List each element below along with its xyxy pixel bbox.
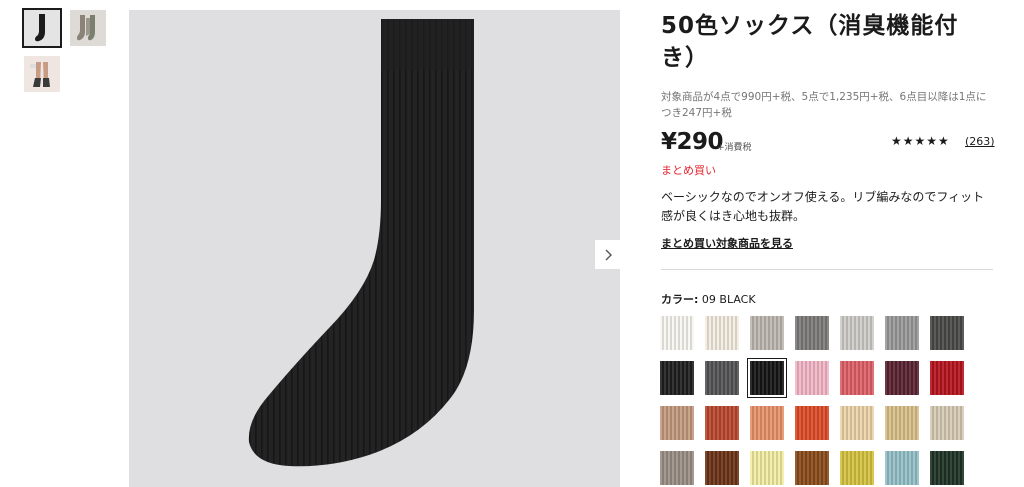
grey-socks-thumb-image [77,15,95,41]
color-selection-label: カラー: 09 BLACK [661,291,993,307]
color-swatch[interactable] [750,361,784,395]
color-swatch[interactable] [750,451,784,485]
color-swatch[interactable] [840,406,874,440]
color-swatch[interactable] [795,451,829,485]
color-swatch[interactable] [705,316,739,350]
color-swatch[interactable] [795,316,829,350]
color-swatch[interactable] [840,361,874,395]
divider [661,269,993,270]
product-price: ¥290 [661,129,724,155]
color-swatch[interactable] [930,451,964,485]
chevron-right-icon [605,249,612,260]
product-info: 50色ソックス（消臭機能付き） 対象商品が4点で990円+税、5点で1,235円… [661,10,995,307]
bundle-products-link[interactable]: まとめ買い対象商品を見る [661,235,793,251]
price-row: ¥290 +消費税 ★★★★★ (263) [661,129,995,159]
color-swatch[interactable] [795,406,829,440]
color-swatch[interactable] [660,361,694,395]
color-label: カラー: [661,293,699,306]
thumbnail-black-sock[interactable] [22,8,62,48]
main-product-image [129,10,620,487]
product-title: 50色ソックス（消臭機能付き） [661,13,959,71]
thumbnail-grey-socks[interactable] [70,10,106,46]
color-swatch[interactable] [705,451,739,485]
color-swatch[interactable] [795,361,829,395]
black-sock-image [248,19,474,467]
model-legs-thumb-image [30,62,50,87]
color-swatch[interactable] [750,406,784,440]
product-description: ベーシックなのでオンオフ使える。リブ編みなのでフィット感が良くはき心地も抜群。 [661,190,985,223]
color-swatch[interactable] [885,406,919,440]
bundle-label: まとめ買い [661,164,716,177]
color-swatch[interactable] [930,406,964,440]
color-swatch[interactable] [930,316,964,350]
color-swatch[interactable] [660,406,694,440]
black-sock-thumb-image [35,14,45,42]
color-swatch[interactable] [705,361,739,395]
color-swatch[interactable] [885,451,919,485]
bundle-promo-text: 対象商品が4点で990円+税、5点で1,235円+税、6点目以降は1点につき24… [661,91,987,119]
color-swatch[interactable] [705,406,739,440]
color-swatch[interactable] [885,361,919,395]
color-swatch[interactable] [660,316,694,350]
review-count-link[interactable]: (263) [965,135,995,148]
tax-label: +消費税 [717,143,752,153]
color-swatch[interactable] [930,361,964,395]
color-swatch[interactable] [885,316,919,350]
star-rating-icon: ★★★★★ [891,134,950,148]
color-swatch[interactable] [840,316,874,350]
color-swatch[interactable] [660,451,694,485]
color-swatch[interactable] [750,316,784,350]
next-image-button[interactable] [595,240,621,269]
selected-color-name: 09 BLACK [701,293,756,306]
thumbnail-model-legs[interactable] [24,56,60,92]
color-swatch[interactable] [840,451,874,485]
